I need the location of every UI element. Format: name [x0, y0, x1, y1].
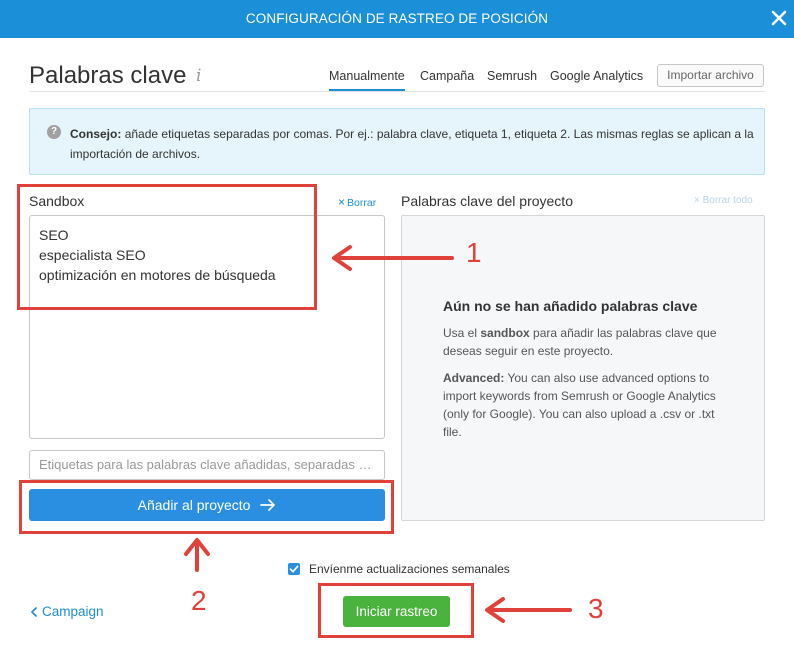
- annotation-arrow-2: [184, 538, 210, 572]
- annotation-arrow-1: [332, 245, 454, 271]
- annotation-arrow-3: [485, 597, 572, 623]
- annotation-arrows: [184, 245, 572, 623]
